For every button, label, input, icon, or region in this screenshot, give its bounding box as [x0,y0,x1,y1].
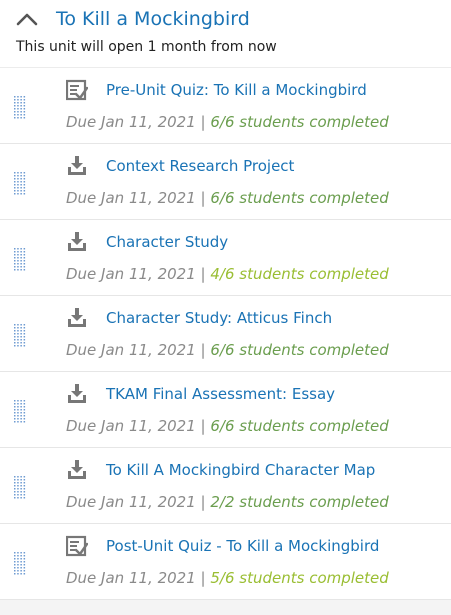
meta-separator: | [200,341,206,359]
completion-status: 6/6 students completed [210,189,389,207]
chevron-up-icon[interactable] [14,8,40,30]
assignment-row-4[interactable]: Character Study: Atticus Finch Due Jan 1… [0,296,451,372]
assignment-title[interactable]: Post-Unit Quiz - To Kill a Mockingbird [106,536,379,556]
due-date: Due Jan 11, 2021 [66,113,196,131]
assignment-row-6[interactable]: To Kill A Mockingbird Character Map Due … [0,448,451,524]
meta-separator: | [200,265,206,283]
drag-handle-icon[interactable] [13,475,27,499]
drag-handle-icon[interactable] [13,323,27,347]
download-icon [66,231,88,253]
completion-status: 6/6 students completed [210,417,389,435]
assignment-row-1[interactable]: Pre-Unit Quiz: To Kill a Mockingbird Due… [0,67,451,144]
drag-handle-icon[interactable] [13,551,27,575]
meta-separator: | [200,189,206,207]
meta-separator: | [200,113,206,131]
assignment-meta: Due Jan 11, 2021 | 4/6 students complete… [66,264,389,284]
list-footer-band [0,600,451,615]
assignment-row-5[interactable]: TKAM Final Assessment: Essay Due Jan 11,… [0,372,451,448]
download-icon [66,307,88,329]
due-date: Due Jan 11, 2021 [66,493,196,511]
assignment-title[interactable]: Character Study [106,232,228,252]
unit-title[interactable]: To Kill a Mockingbird [56,6,250,32]
assignment-title[interactable]: Pre-Unit Quiz: To Kill a Mockingbird [106,80,367,100]
quiz-icon [65,535,89,557]
unit-open-status: This unit will open 1 month from now [16,39,277,55]
assignment-row-3[interactable]: Character Study Due Jan 11, 2021 | 4/6 s… [0,220,451,296]
quiz-icon [65,79,89,101]
assignment-title[interactable]: To Kill A Mockingbird Character Map [106,460,375,480]
due-date: Due Jan 11, 2021 [66,417,196,435]
completion-status: 6/6 students completed [210,341,389,359]
completion-status: 6/6 students completed [210,113,389,131]
assignment-list: Pre-Unit Quiz: To Kill a Mockingbird Due… [0,67,451,600]
completion-status: 5/6 students completed [210,569,389,587]
assignment-title[interactable]: Context Research Project [106,156,294,176]
assignment-title[interactable]: TKAM Final Assessment: Essay [106,384,335,404]
completion-status: 2/2 students completed [210,493,389,511]
due-date: Due Jan 11, 2021 [66,189,196,207]
meta-separator: | [200,493,206,511]
download-icon [66,383,88,405]
download-icon [66,155,88,177]
assignment-meta: Due Jan 11, 2021 | 5/6 students complete… [66,568,389,588]
drag-handle-icon[interactable] [13,95,27,119]
meta-separator: | [200,569,206,587]
due-date: Due Jan 11, 2021 [66,341,196,359]
assignment-meta: Due Jan 11, 2021 | 6/6 students complete… [66,188,389,208]
assignment-meta: Due Jan 11, 2021 | 6/6 students complete… [66,112,389,132]
completion-status: 4/6 students completed [210,265,389,283]
drag-handle-icon[interactable] [13,171,27,195]
meta-separator: | [200,417,206,435]
unit-header: To Kill a Mockingbird This unit will ope… [0,0,451,66]
drag-handle-icon[interactable] [13,247,27,271]
assignment-meta: Due Jan 11, 2021 | 2/2 students complete… [66,492,389,512]
assignment-meta: Due Jan 11, 2021 | 6/6 students complete… [66,416,389,436]
assignment-title[interactable]: Character Study: Atticus Finch [106,308,332,328]
assignment-row-7[interactable]: Post-Unit Quiz - To Kill a Mockingbird D… [0,524,451,600]
download-icon [66,459,88,481]
assignment-row-2[interactable]: Context Research Project Due Jan 11, 202… [0,144,451,220]
drag-handle-icon[interactable] [13,399,27,423]
due-date: Due Jan 11, 2021 [66,265,196,283]
due-date: Due Jan 11, 2021 [66,569,196,587]
assignment-meta: Due Jan 11, 2021 | 6/6 students complete… [66,340,389,360]
